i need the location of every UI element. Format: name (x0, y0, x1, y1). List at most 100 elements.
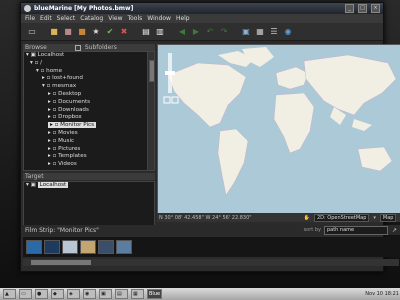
menu-catalog[interactable]: Catalog (80, 15, 103, 22)
window-title: blueMarine [My Photos.bmw] (34, 5, 134, 12)
folder-icon: ▫ (34, 59, 39, 66)
filmstrip-thumbnail[interactable] (116, 240, 132, 254)
filmstrip-scrollbar[interactable] (23, 259, 399, 266)
back-icon[interactable]: ◀ (177, 27, 187, 37)
browse-tree: ▾ ▣ Localhost ▾ ▫ / ▾ ▫ home ▸ ▫ lost+fo… (23, 51, 155, 171)
tree-item[interactable]: ▾ ▫ home (24, 68, 154, 76)
browse-header: Browse Subfolders (23, 44, 155, 51)
tree-item[interactable]: ▸ ▫ Downloads (24, 107, 154, 115)
taskbar-button[interactable]: ▭ (19, 289, 32, 299)
folder-icon: ▫ (46, 83, 51, 90)
close-button[interactable]: × (371, 4, 380, 13)
tree-item[interactable]: ▸ ▫ Templates (24, 153, 154, 161)
provider-dropdown-icon[interactable]: ▾ (373, 215, 376, 221)
menu-tools[interactable]: Tools (127, 15, 142, 22)
browse-scrollbar[interactable] (147, 52, 154, 170)
folder-icon: ▫ (52, 90, 57, 97)
tree-item[interactable]: ▸ ▫ Music (24, 138, 154, 146)
undo-icon[interactable]: ↶ (205, 27, 215, 37)
screen-icon[interactable]: ▭ (27, 27, 37, 37)
tree-item[interactable]: ▸ ▫ Dropbox (24, 114, 154, 122)
taskbar: ▲ ▭ ● ◆ ◈ ◉ ▣ ▤ ▦ Blue Nov 10 18:21 (0, 288, 400, 300)
filmstrip-thumbnail[interactable] (80, 240, 96, 254)
map-coordinates: N 30° 08' 42.458" W 24° 56' 22.830" (159, 214, 252, 221)
filmstrip (23, 237, 400, 257)
folder-icon: ▫ (52, 161, 57, 168)
titlebar: blueMarine [My Photos.bmw] _ □ × (21, 3, 383, 14)
tree-item[interactable]: ▸ ▫ Movies (24, 130, 154, 138)
sort-order-icon[interactable]: ↗ (392, 227, 397, 234)
taskbar-button[interactable]: ▣ (99, 289, 112, 299)
taskbar-app-bluemarine[interactable]: Blue (147, 289, 163, 299)
tree-item[interactable]: ▸ ▫ Desktop (24, 91, 154, 99)
tree-item[interactable]: ▸ ▫ Pictures (24, 146, 154, 154)
taskbar-button[interactable]: ▤ (115, 289, 128, 299)
folder-icon: ▫ (52, 129, 57, 136)
star-icon[interactable]: ★ (91, 27, 101, 37)
taskbar-button[interactable]: ◆ (51, 289, 64, 299)
reject-icon[interactable]: ✖ (119, 27, 129, 37)
filmstrip-thumbnail[interactable] (62, 240, 78, 254)
monitor-icon[interactable]: ▣ (241, 27, 251, 37)
filmstrip-header: Film Strip: "Monitor Pics" sort by path … (23, 225, 400, 235)
page-icon[interactable]: ▥ (155, 27, 165, 37)
folder-icon: ▫ (52, 106, 57, 113)
target-title: Target (25, 173, 44, 180)
tree-item[interactable]: ▾ ▣ Localhost (24, 52, 154, 60)
tree-item-selected[interactable]: ▸ ▫ Monitor Pics (24, 122, 154, 130)
maximize-button[interactable]: □ (358, 4, 367, 13)
forward-icon[interactable]: ▶ (191, 27, 201, 37)
tree-item[interactable]: ▾ ▫ mesmax (24, 83, 154, 91)
page-icon[interactable]: ▤ (141, 27, 151, 37)
menu-view[interactable]: View (108, 15, 122, 22)
minimize-button[interactable]: _ (345, 4, 354, 13)
target-tree: ▾ ▣ Localhost (23, 181, 155, 229)
menu-file[interactable]: File (25, 15, 35, 22)
menu-edit[interactable]: Edit (40, 15, 52, 22)
computer-icon: ▣ (30, 182, 36, 188)
taskbar-button[interactable]: ◉ (83, 289, 96, 299)
filmstrip-thumbnail[interactable] (44, 240, 60, 254)
target-header: Target (23, 173, 155, 180)
tree-item[interactable]: ▸ ▫ lost+found (24, 75, 154, 83)
folder-icon: ▫ (52, 153, 57, 160)
locate-icon[interactable]: ✋ (304, 215, 310, 221)
start-button[interactable]: ▲ (3, 289, 16, 299)
target-item-selected[interactable]: ▾ ▣ Localhost (24, 182, 154, 190)
redo-icon[interactable]: ↷ (219, 27, 229, 37)
list-icon[interactable]: ☰ (269, 27, 279, 37)
world-map[interactable] (157, 44, 400, 214)
sort-select[interactable]: path name (323, 225, 388, 235)
map-view-select[interactable]: Map (379, 213, 397, 222)
menu-window[interactable]: Window (147, 15, 171, 22)
filmstrip-thumbnail[interactable] (98, 240, 114, 254)
tree-item[interactable]: ▸ ▫ Documents (24, 99, 154, 107)
subfolders-checkbox[interactable] (74, 44, 81, 51)
tree-item[interactable]: ▾ ▫ / (24, 60, 154, 68)
zoom-handle[interactable] (165, 71, 175, 75)
folder-icon[interactable]: ■ (49, 27, 59, 37)
app-window: blueMarine [My Photos.bmw] _ □ × File Ed… (20, 2, 400, 272)
globe-icon[interactable]: ◉ (283, 27, 293, 37)
grid-icon[interactable]: ▦ (255, 27, 265, 37)
taskbar-button[interactable]: ◈ (67, 289, 80, 299)
map-provider-select[interactable]: 2D: OpenStreetMap (314, 213, 370, 222)
taskbar-button[interactable]: ● (35, 289, 48, 299)
tree-item[interactable]: ▸ ▫ Videos (24, 161, 154, 169)
clock: Nov 10 18:21 (365, 291, 399, 297)
menu-select[interactable]: Select (57, 15, 76, 22)
check-icon[interactable]: ✔ (105, 27, 115, 37)
subfolders-label: Subfolders (84, 44, 117, 51)
folder-icon: ▫ (52, 98, 57, 105)
computer-icon: ▣ (30, 52, 36, 58)
menu-help[interactable]: Help (176, 15, 190, 22)
box-icon[interactable]: ■ (77, 27, 87, 37)
taskbar-button[interactable]: ▦ (131, 289, 144, 299)
image-icon[interactable]: ■ (63, 27, 73, 37)
app-icon (24, 5, 31, 12)
sort-label: sort by (303, 227, 321, 233)
map-graphic (158, 45, 400, 213)
map-status-bar: N 30° 08' 42.458" W 24° 56' 22.830" ✋ 2D… (157, 213, 400, 222)
filmstrip-thumbnail[interactable] (26, 240, 42, 254)
folder-icon: ▫ (52, 137, 57, 144)
